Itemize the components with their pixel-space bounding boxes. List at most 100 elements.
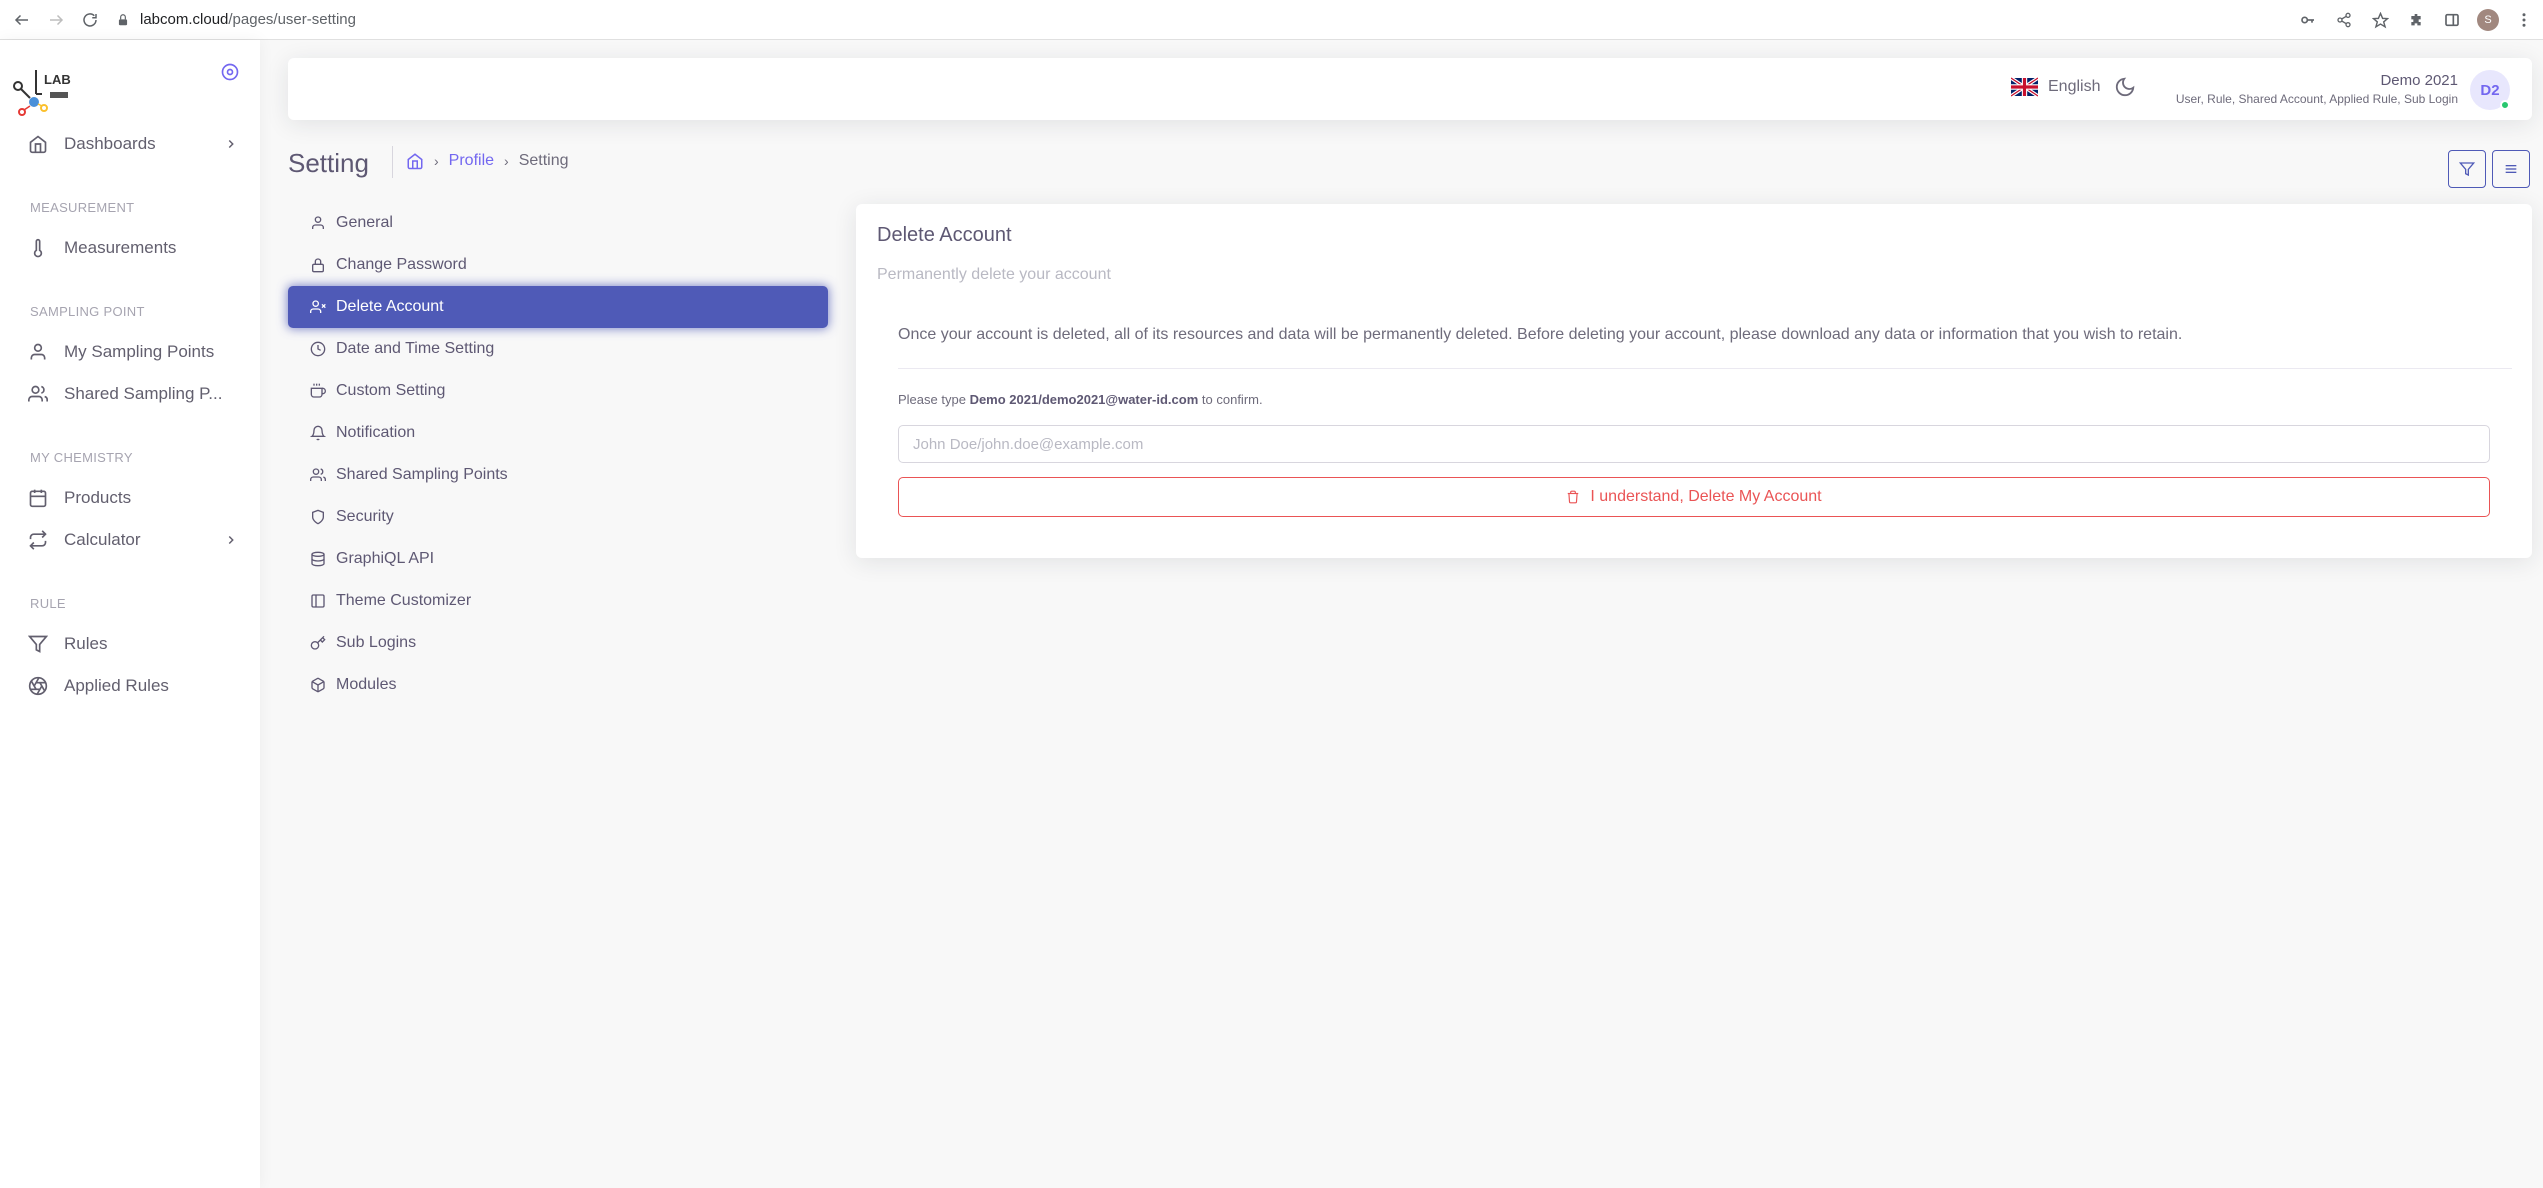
sidepanel-icon[interactable] xyxy=(2441,6,2463,34)
sidebar-item-label: Applied Rules xyxy=(64,676,169,695)
settings-item-label: Date and Time Setting xyxy=(336,340,495,357)
settings-item-delete-account[interactable]: Delete Account xyxy=(288,286,828,328)
settings-item-modules[interactable]: Modules xyxy=(288,664,828,706)
sidebar-item-measurements[interactable]: Measurements xyxy=(28,233,242,263)
menu-header-measurement: MEASUREMENT xyxy=(30,200,135,215)
confirm-instruction: Please type Demo 2021/demo2021@water-id.… xyxy=(898,392,1263,407)
sidebar-collapse-toggle-icon[interactable] xyxy=(220,62,240,82)
browser-toolbar: labcom.cloud/pages/user-setting S xyxy=(0,0,2543,40)
box-icon xyxy=(310,677,326,693)
settings-item-label: General xyxy=(336,214,393,231)
title-divider xyxy=(392,146,393,178)
profile-avatar[interactable]: S xyxy=(2477,6,2499,34)
back-icon[interactable] xyxy=(8,6,36,34)
settings-item-notification[interactable]: Notification xyxy=(288,412,828,454)
delete-account-card: Delete Account Permanently delete your a… xyxy=(856,204,2532,558)
clock-icon xyxy=(310,341,326,357)
home-icon[interactable] xyxy=(406,152,424,170)
settings-item-shared-sampling-points[interactable]: Shared Sampling Points xyxy=(288,454,828,496)
settings-item-security[interactable]: Security xyxy=(288,496,828,538)
delete-account-button[interactable]: I understand, Delete My Account xyxy=(898,477,2490,517)
menu-header-rule: RULE xyxy=(30,596,66,611)
settings-item-graphiql-api[interactable]: GraphiQL API xyxy=(288,538,828,580)
sidebar-item-rules[interactable]: Rules xyxy=(28,629,242,659)
chevron-right-icon xyxy=(224,533,238,547)
filter-button[interactable] xyxy=(2448,150,2486,188)
settings-item-sub-logins[interactable]: Sub Logins xyxy=(288,622,828,664)
sidebar-item-label: Rules xyxy=(64,634,108,653)
address-bar[interactable]: labcom.cloud/pages/user-setting xyxy=(116,4,356,36)
sidebar: LAB Dashboards MEASUREMENT Measurements … xyxy=(0,40,260,1188)
key-icon[interactable] xyxy=(2297,6,2319,34)
calendar-icon xyxy=(28,488,48,508)
breadcrumb: › Profile › Setting xyxy=(406,152,569,170)
filter-icon xyxy=(2459,161,2475,177)
user-x-icon xyxy=(310,299,326,315)
star-icon[interactable] xyxy=(2369,6,2391,34)
card-title: Delete Account xyxy=(877,224,1012,246)
card-subtitle: Permanently delete your account xyxy=(877,266,1111,283)
sidebar-item-my-sampling-points[interactable]: My Sampling Points xyxy=(28,337,242,367)
dark-mode-toggle-icon[interactable] xyxy=(2114,76,2136,98)
trash-icon xyxy=(1566,490,1580,504)
sidebar-item-label: My Sampling Points xyxy=(64,342,215,361)
sidebar-item-label: Products xyxy=(64,488,132,507)
confirm-input[interactable] xyxy=(898,425,2490,463)
language-label: English xyxy=(2048,78,2101,95)
settings-item-label: Delete Account xyxy=(336,298,444,315)
sidebar-item-shared-sampling-points[interactable]: Shared Sampling P... xyxy=(28,379,242,409)
user-name[interactable]: Demo 2021 xyxy=(2380,72,2458,89)
url-path: /pages/user-setting xyxy=(228,11,356,28)
confirm-suffix: to confirm. xyxy=(1201,392,1263,407)
language-dropdown[interactable]: English xyxy=(2011,77,2100,97)
breadcrumb-current: Setting xyxy=(518,152,569,169)
user-roles: User, Rule, Shared Account, Applied Rule… xyxy=(2175,92,2458,106)
sidebar-item-label: Dashboards xyxy=(64,134,156,153)
delete-button-label: I understand, Delete My Account xyxy=(1590,488,1822,505)
repeat-icon xyxy=(28,530,48,550)
top-navbar: English Demo 2021 User, Rule, Shared Acc… xyxy=(288,58,2532,120)
settings-item-label: GraphiQL API xyxy=(336,550,435,567)
user-icon xyxy=(28,342,48,362)
sidebar-item-calculator[interactable]: Calculator xyxy=(28,525,242,555)
extensions-icon[interactable] xyxy=(2405,6,2427,34)
key-icon xyxy=(310,635,326,651)
settings-item-label: Security xyxy=(336,508,394,525)
menu-header-sampling-point: SAMPLING POINT xyxy=(30,304,145,319)
chevron-right-icon xyxy=(224,137,238,151)
reload-icon[interactable] xyxy=(76,6,104,34)
settings-item-label: Shared Sampling Points xyxy=(336,466,508,483)
logo-text: LAB xyxy=(44,72,71,87)
sidebar-item-products[interactable]: Products xyxy=(28,483,242,513)
thermometer-icon xyxy=(28,238,48,258)
settings-item-theme-customizer[interactable]: Theme Customizer xyxy=(288,580,828,622)
url-host: labcom.cloud xyxy=(140,11,229,28)
settings-item-date-time[interactable]: Date and Time Setting xyxy=(288,328,828,370)
share-icon[interactable] xyxy=(2333,6,2355,34)
chevron-right-icon: › xyxy=(504,153,509,169)
settings-item-label: Change Password xyxy=(336,256,467,273)
settings-item-general[interactable]: General xyxy=(288,202,828,244)
sidebar-item-dashboards[interactable]: Dashboards xyxy=(28,129,242,159)
users-icon xyxy=(28,384,48,404)
sidebar-item-label: Calculator xyxy=(64,530,141,549)
settings-item-label: Custom Setting xyxy=(336,382,446,399)
sidebar-item-applied-rules[interactable]: Applied Rules xyxy=(28,671,242,701)
coffee-icon xyxy=(310,383,326,399)
page-title: Setting xyxy=(288,148,369,178)
breadcrumb-profile[interactable]: Profile xyxy=(449,152,494,170)
settings-item-custom-setting[interactable]: Custom Setting xyxy=(288,370,828,412)
filter-icon xyxy=(28,634,48,654)
layout-icon xyxy=(310,593,326,609)
menu-icon xyxy=(2503,161,2519,177)
lock-icon xyxy=(116,13,130,27)
more-vert-icon[interactable] xyxy=(2513,6,2535,34)
settings-item-label: Sub Logins xyxy=(336,634,417,651)
database-icon xyxy=(310,551,326,567)
card-description: Once your account is deleted, all of its… xyxy=(898,326,2183,343)
forward-icon[interactable] xyxy=(42,6,70,34)
home-icon xyxy=(28,134,48,154)
settings-item-change-password[interactable]: Change Password xyxy=(288,244,828,286)
menu-button[interactable] xyxy=(2492,150,2530,188)
uk-flag-icon xyxy=(2011,77,2038,97)
